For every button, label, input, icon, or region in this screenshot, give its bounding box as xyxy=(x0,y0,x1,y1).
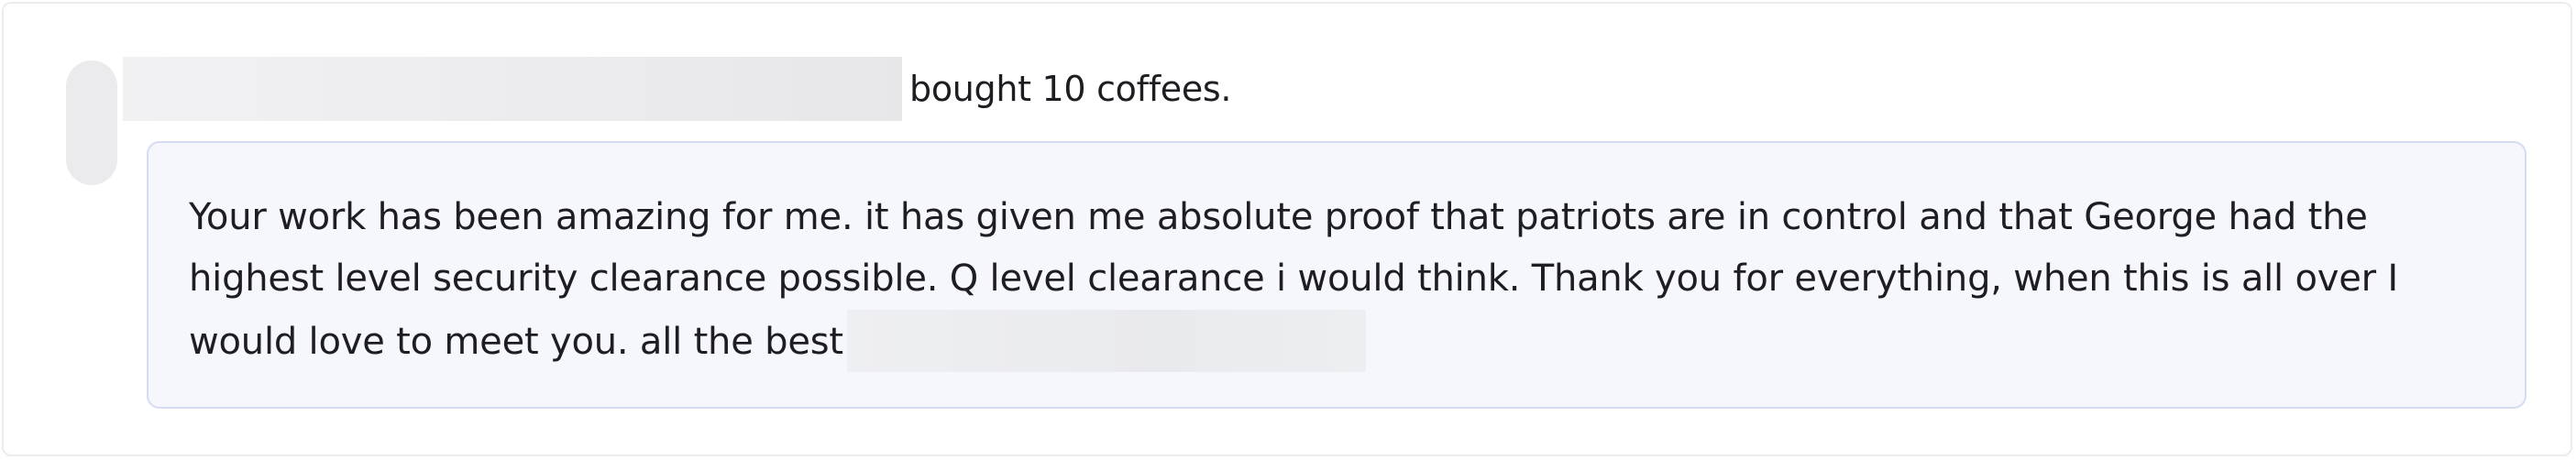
supporter-message: Your work has been amazing for me. it ha… xyxy=(147,141,2526,409)
supporter-header: bought 10 coffees. xyxy=(123,57,1232,121)
redacted-signature xyxy=(846,310,1366,372)
supporter-card: bought 10 coffees. Your work has been am… xyxy=(2,2,2572,456)
supporter-action-text: bought 10 coffees. xyxy=(909,69,1232,109)
redacted-supporter-name xyxy=(123,57,902,121)
message-line-1: Your work has been amazing for me. it ha… xyxy=(189,196,2368,238)
message-line-3: would love to meet you. all the best xyxy=(189,321,843,363)
message-line-2: highest level security clearance possibl… xyxy=(189,257,2398,300)
avatar xyxy=(66,60,117,185)
